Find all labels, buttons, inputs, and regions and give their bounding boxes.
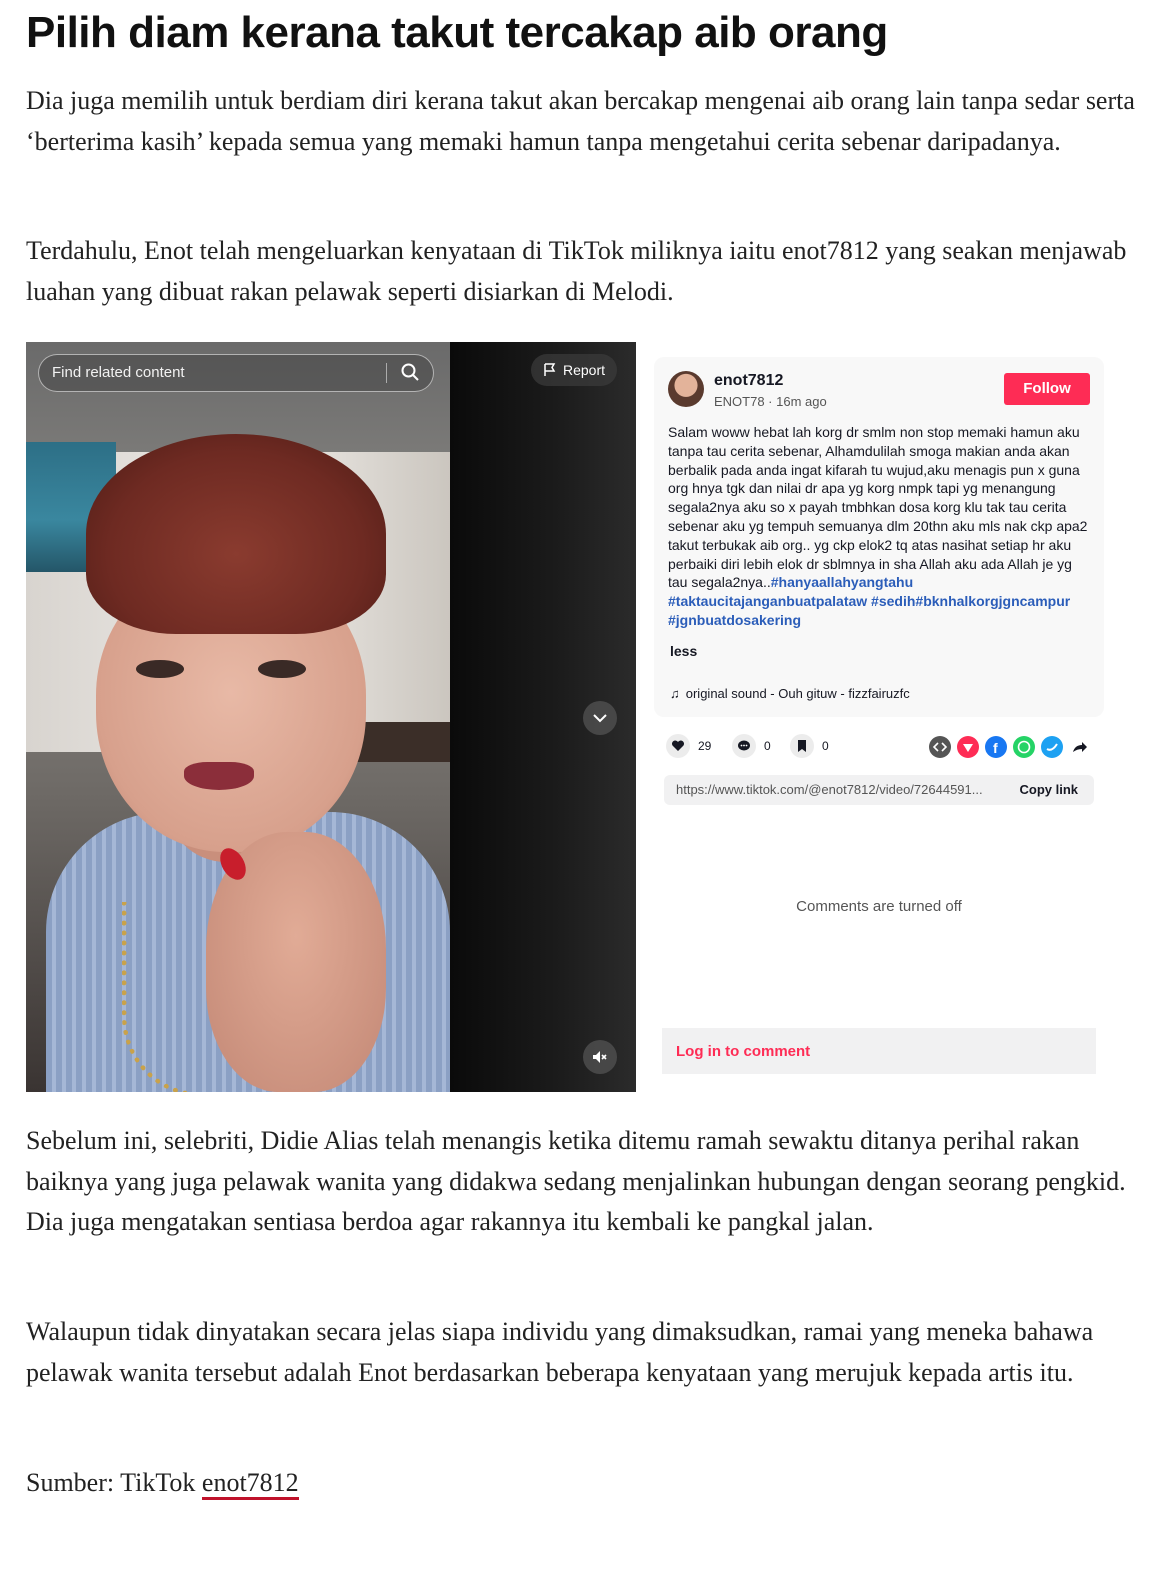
sound-label: original sound - Ouh gituw - fizzfairuzf… — [685, 686, 910, 701]
source-prefix: Sumber: TikTok — [26, 1468, 202, 1497]
paragraph-3: Sebelum ini, selebriti, Didie Alias tela… — [26, 1126, 1126, 1236]
less-toggle[interactable]: less — [670, 643, 697, 659]
flag-icon — [544, 363, 556, 380]
report-button[interactable]: Report — [531, 354, 617, 386]
whatsapp-icon[interactable] — [1013, 736, 1035, 758]
heart-icon — [666, 734, 690, 758]
twitter-icon[interactable] — [1041, 736, 1063, 758]
save-stat[interactable]: 0 — [790, 734, 850, 758]
caption-text: Salam woww hebat lah korg dr smlm non st… — [668, 424, 1088, 591]
copy-link-box: https://www.tiktok.com/@enot7812/video/7… — [664, 775, 1094, 805]
svg-text:f: f — [993, 740, 998, 756]
comment-icon — [732, 734, 756, 758]
search-placeholder: Find related content — [52, 364, 185, 381]
search-input[interactable]: Find related content — [38, 354, 434, 392]
send-icon[interactable] — [957, 736, 979, 758]
username[interactable]: enot7812 — [714, 372, 783, 390]
like-stat[interactable]: 29 — [666, 734, 726, 758]
video-frame — [26, 342, 450, 1092]
embed-icon[interactable] — [929, 736, 951, 758]
paragraph-1: Dia juga memilih untuk berdiam diri kera… — [26, 86, 1135, 156]
like-count: 29 — [698, 739, 712, 753]
comment-count: 0 — [764, 739, 771, 753]
follow-button[interactable]: Follow — [1004, 373, 1090, 405]
save-count: 0 — [822, 739, 829, 753]
avatar[interactable] — [668, 371, 704, 407]
video-player[interactable]: Find related content Report — [26, 342, 636, 1092]
facebook-icon[interactable]: f — [985, 736, 1007, 758]
tiktok-post-panel: enot7812 ENOT78 · 16m ago Follow Salam w… — [654, 357, 1104, 717]
share-arrow-icon[interactable] — [1069, 736, 1091, 758]
mute-button[interactable] — [583, 1040, 617, 1074]
bookmark-icon — [790, 734, 814, 758]
search-icon[interactable] — [401, 363, 419, 385]
music-note-icon: ♫ — [670, 686, 680, 701]
copy-link-button[interactable]: Copy link — [1019, 782, 1078, 797]
tiktok-embed-screenshot: Find related content Report enot7812 ENO… — [26, 342, 1136, 1092]
article-heading: Pilih diam kerana takut tercakap aib ora… — [26, 8, 888, 57]
post-caption: Salam woww hebat lah korg dr smlm non st… — [668, 423, 1092, 630]
report-label: Report — [563, 362, 606, 378]
source-line: Sumber: TikTok enot7812 — [26, 1463, 1136, 1504]
user-handle-time: ENOT78 · 16m ago — [714, 394, 827, 409]
source-link[interactable]: enot7812 — [201, 1468, 299, 1500]
sound-link[interactable]: ♫ original sound - Ouh gituw - fizzfairuz… — [670, 686, 910, 701]
comments-off-notice: Comments are turned off — [796, 898, 962, 915]
login-label: Log in to comment — [676, 1043, 811, 1060]
next-video-button[interactable] — [583, 701, 617, 735]
comment-stat[interactable]: 0 — [732, 734, 792, 758]
video-url[interactable]: https://www.tiktok.com/@enot7812/video/7… — [676, 782, 1006, 797]
login-to-comment-bar[interactable]: Log in to comment — [662, 1028, 1096, 1074]
paragraph-2: Terdahulu, Enot telah mengeluarkan kenya… — [26, 236, 1127, 306]
paragraph-4: Walaupun tidak dinyatakan secara jelas s… — [26, 1317, 1094, 1387]
